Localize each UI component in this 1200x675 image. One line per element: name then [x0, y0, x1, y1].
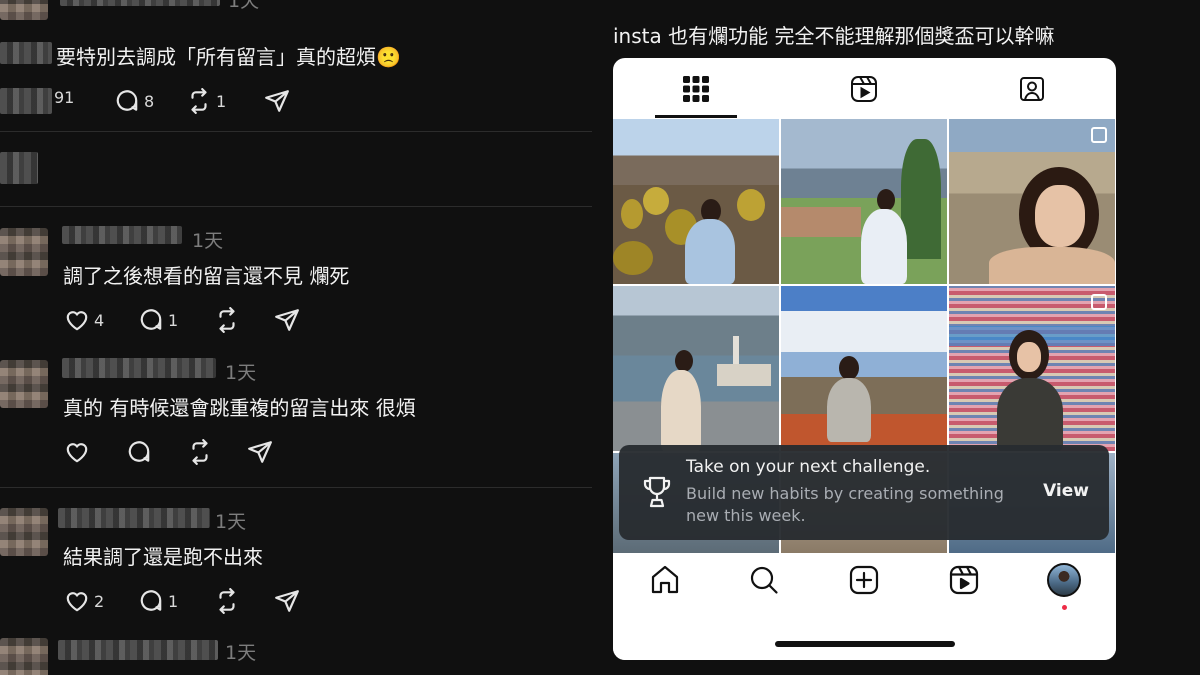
send-icon	[275, 309, 299, 331]
comment-time: 1天	[215, 511, 247, 533]
nav-home[interactable]	[649, 564, 681, 596]
divider	[0, 206, 592, 207]
repost-icon	[191, 88, 207, 114]
search-icon	[750, 566, 778, 594]
share-button[interactable]	[264, 88, 290, 114]
repost-button[interactable]	[187, 439, 213, 465]
comment-time: 1天	[192, 230, 224, 252]
repost-button[interactable]: 1	[186, 88, 226, 114]
toast-title: Take on your next challenge.	[686, 457, 931, 477]
heart-icon	[66, 592, 88, 612]
comment-time: 1天	[228, 0, 260, 12]
share-button[interactable]	[247, 439, 273, 465]
reply-button[interactable]	[126, 439, 152, 465]
repost-icon	[219, 307, 235, 333]
username-redacted	[58, 508, 210, 528]
photo-tile[interactable]	[781, 286, 947, 451]
reels-icon	[949, 565, 979, 595]
share-button[interactable]	[274, 307, 300, 333]
username-redacted	[60, 0, 220, 6]
photo-tile[interactable]	[781, 119, 947, 284]
heart-icon	[66, 311, 88, 331]
reply-icon	[116, 90, 138, 111]
comment-text: 調了之後想看的留言還不見 爛死	[63, 264, 350, 288]
grid-icon	[683, 76, 709, 102]
reply-button[interactable]: 1	[138, 588, 178, 614]
profile-avatar[interactable]	[1047, 563, 1081, 597]
tagged-icon	[1020, 77, 1044, 101]
instagram-profile-screenshot: Take on your next challenge. Build new h…	[613, 58, 1116, 660]
comment-text: 要特別去調成「所有留言」真的超煩🙁	[56, 45, 401, 69]
send-icon	[265, 90, 289, 112]
username-redacted	[58, 640, 218, 660]
avatar[interactable]	[0, 638, 48, 675]
photo-tile[interactable]	[949, 286, 1115, 451]
repost-count: 1	[216, 91, 227, 111]
username-redacted	[62, 358, 216, 378]
reply-count: 8	[144, 91, 155, 111]
post-caption: insta 也有爛功能 完全不能理解那個獎盃可以幹嘛	[613, 24, 1055, 48]
comment-text: 真的 有時候還會跳重複的留言出來 很煩	[63, 396, 416, 420]
comment-text: 結果調了還是跑不出來	[63, 545, 263, 569]
reply-icon	[128, 441, 150, 462]
divider	[0, 487, 592, 488]
send-icon	[248, 441, 272, 463]
like-button[interactable]	[64, 439, 90, 465]
like-count: 91	[54, 88, 75, 107]
active-tab-indicator	[655, 115, 737, 118]
avatar-redacted	[0, 88, 52, 114]
photo-tile[interactable]	[613, 286, 779, 451]
reply-button[interactable]: 8	[114, 88, 154, 114]
reply-count: 1	[168, 591, 179, 611]
divider	[0, 131, 592, 132]
repost-icon	[192, 439, 208, 465]
text-redacted	[0, 42, 52, 64]
like-button[interactable]: 2	[64, 588, 104, 614]
avatar[interactable]	[0, 508, 48, 556]
avatar[interactable]	[0, 228, 48, 276]
nav-search[interactable]	[748, 564, 780, 596]
home-icon	[651, 565, 679, 594]
bottom-nav	[613, 553, 1116, 660]
reply-button[interactable]: 1	[138, 307, 178, 333]
send-icon	[275, 590, 299, 612]
avatar-redacted	[0, 152, 38, 184]
username-redacted	[62, 226, 182, 244]
photo-tile[interactable]	[949, 119, 1115, 284]
home-indicator[interactable]	[775, 641, 955, 647]
create-icon	[849, 565, 879, 595]
challenge-toast[interactable]: Take on your next challenge. Build new h…	[619, 445, 1109, 540]
nav-reels[interactable]	[948, 564, 980, 596]
toast-body: Build new habits by creating something n…	[686, 484, 1004, 525]
tab-posts[interactable]	[681, 74, 711, 104]
photo-tile[interactable]	[613, 119, 779, 284]
like-button[interactable]: 4	[64, 307, 104, 333]
view-button[interactable]: View	[1043, 481, 1089, 501]
multi-photo-icon	[1091, 294, 1107, 310]
reply-icon	[140, 590, 162, 611]
like-count: 2	[94, 591, 105, 611]
tab-reels[interactable]	[849, 74, 879, 104]
repost-button[interactable]	[214, 307, 240, 333]
repost-icon	[219, 588, 235, 614]
comment-time: 1天	[225, 642, 257, 664]
reels-icon	[851, 76, 877, 102]
nav-create[interactable]	[848, 564, 880, 596]
tab-tagged[interactable]	[1017, 74, 1047, 104]
reply-icon	[140, 309, 162, 330]
like-button[interactable]: 91	[54, 88, 74, 107]
multi-photo-icon	[1091, 127, 1107, 143]
avatar[interactable]	[0, 0, 48, 20]
profile-tabs	[613, 58, 1116, 119]
comment-feed: 1天 要特別去調成「所有留言」真的超煩🙁 91 8 1 1天 調了之後想看的留言…	[0, 0, 600, 675]
avatar[interactable]	[0, 360, 48, 408]
comment-time: 1天	[225, 362, 257, 384]
heart-icon	[66, 443, 88, 463]
share-button[interactable]	[274, 588, 300, 614]
like-count: 4	[94, 310, 105, 330]
reply-count: 1	[168, 310, 179, 330]
notification-dot	[1062, 605, 1067, 610]
repost-button[interactable]	[214, 588, 240, 614]
trophy-icon	[643, 476, 671, 508]
